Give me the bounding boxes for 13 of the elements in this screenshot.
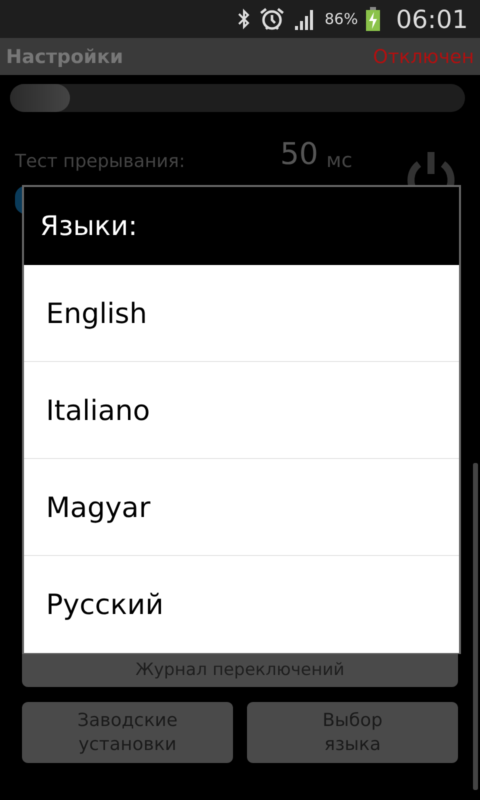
battery-percentage: 86% [324, 10, 358, 28]
slider-track[interactable] [10, 84, 465, 112]
interrupt-test-label: Тест прерывания: [15, 151, 186, 172]
battery-charging-icon [366, 7, 380, 31]
clock-time: 06:01 [396, 4, 468, 34]
screen-title: Настройки [6, 46, 124, 68]
dialog-title: Языки: [24, 187, 459, 265]
unit-label: мс [326, 148, 352, 172]
connection-status: Отключен [373, 46, 474, 68]
alarm-icon [258, 7, 285, 31]
interrupt-value: 50 [280, 137, 318, 172]
bluetooth-icon [236, 8, 251, 30]
slider-thumb[interactable] [10, 84, 70, 112]
